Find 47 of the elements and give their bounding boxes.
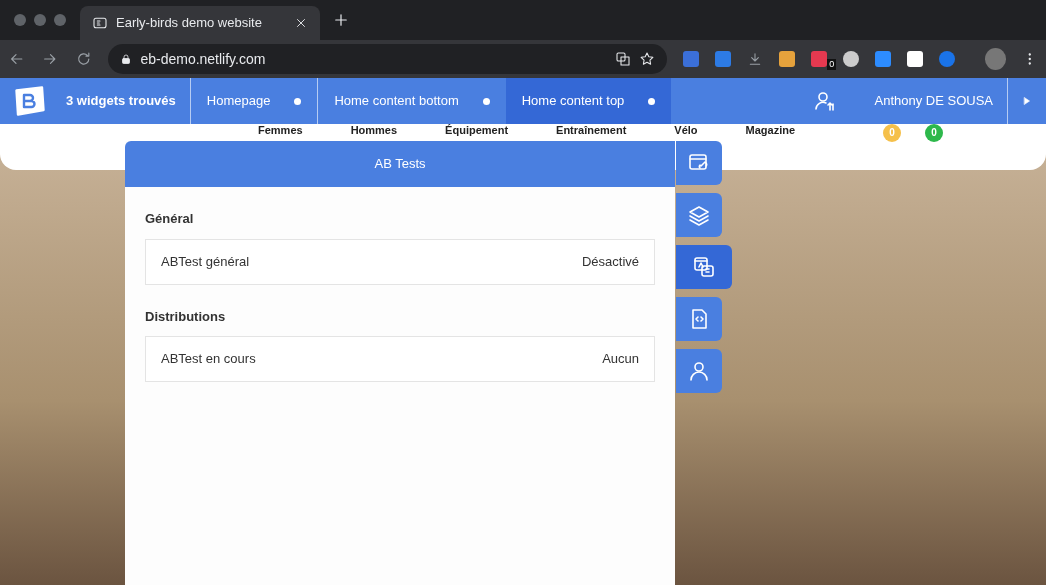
address-bar[interactable]: eb-demo.netlify.com	[108, 44, 668, 74]
layers-icon	[687, 203, 711, 227]
nav-link[interactable]: Femmes	[258, 124, 303, 136]
setting-row[interactable]: ABTest en cours Aucun	[145, 336, 655, 382]
new-tab-icon[interactable]	[332, 11, 350, 29]
nav-link[interactable]: Équipement	[445, 124, 509, 136]
star-icon[interactable]	[639, 51, 656, 67]
window-control[interactable]	[14, 14, 26, 26]
ab-test-icon	[692, 255, 716, 279]
nav-link[interactable]: Vélo	[674, 124, 698, 136]
side-tab[interactable]	[676, 297, 722, 341]
window-control[interactable]	[54, 14, 66, 26]
nav-link[interactable]: Magazine	[745, 124, 796, 136]
cart-badge: 0	[925, 124, 944, 142]
caret-icon[interactable]	[1022, 95, 1032, 107]
widgets-count: 3 widgets trouvés	[66, 92, 176, 111]
side-tab[interactable]	[676, 245, 732, 289]
setting-value: Aucun	[602, 350, 639, 369]
widget-tab[interactable]: Home content bottom	[318, 78, 506, 124]
close-icon[interactable]	[294, 16, 308, 30]
setting-label: ABTest en cours	[161, 350, 256, 369]
extension-badge: 0	[827, 59, 837, 70]
nav-link[interactable]: Hommes	[350, 124, 398, 136]
window-control[interactable]	[34, 14, 46, 26]
extension-icon[interactable]	[843, 51, 860, 67]
side-tab[interactable]	[676, 349, 722, 393]
user-icon	[687, 359, 711, 383]
tab-title[interactable]: Early-birds demo website	[116, 13, 286, 33]
browser-tab[interactable]: Early-birds demo website	[80, 6, 320, 40]
nav-link[interactable]: Entraînement	[556, 124, 627, 136]
avatar[interactable]	[985, 48, 1007, 70]
logo-icon	[92, 15, 108, 31]
setting-label: ABTest général	[161, 252, 250, 271]
user-switch-icon[interactable]	[812, 89, 837, 113]
section-heading: Distributions	[145, 307, 227, 326]
widget-tab[interactable]: Home content top	[505, 78, 672, 124]
setting-value: Désactivé	[581, 252, 639, 271]
cart-badge: 0	[883, 124, 902, 142]
lock-icon	[120, 53, 133, 65]
translate-icon[interactable]	[615, 51, 632, 67]
extension-icon[interactable]	[907, 51, 924, 67]
side-tab[interactable]	[676, 193, 722, 237]
side-tab[interactable]	[676, 141, 722, 185]
section-heading: Général	[145, 210, 195, 228]
panel-title: AB Tests	[125, 141, 675, 187]
setting-row[interactable]: ABTest général Désactivé	[145, 238, 655, 285]
extension-icon[interactable]	[779, 51, 796, 67]
